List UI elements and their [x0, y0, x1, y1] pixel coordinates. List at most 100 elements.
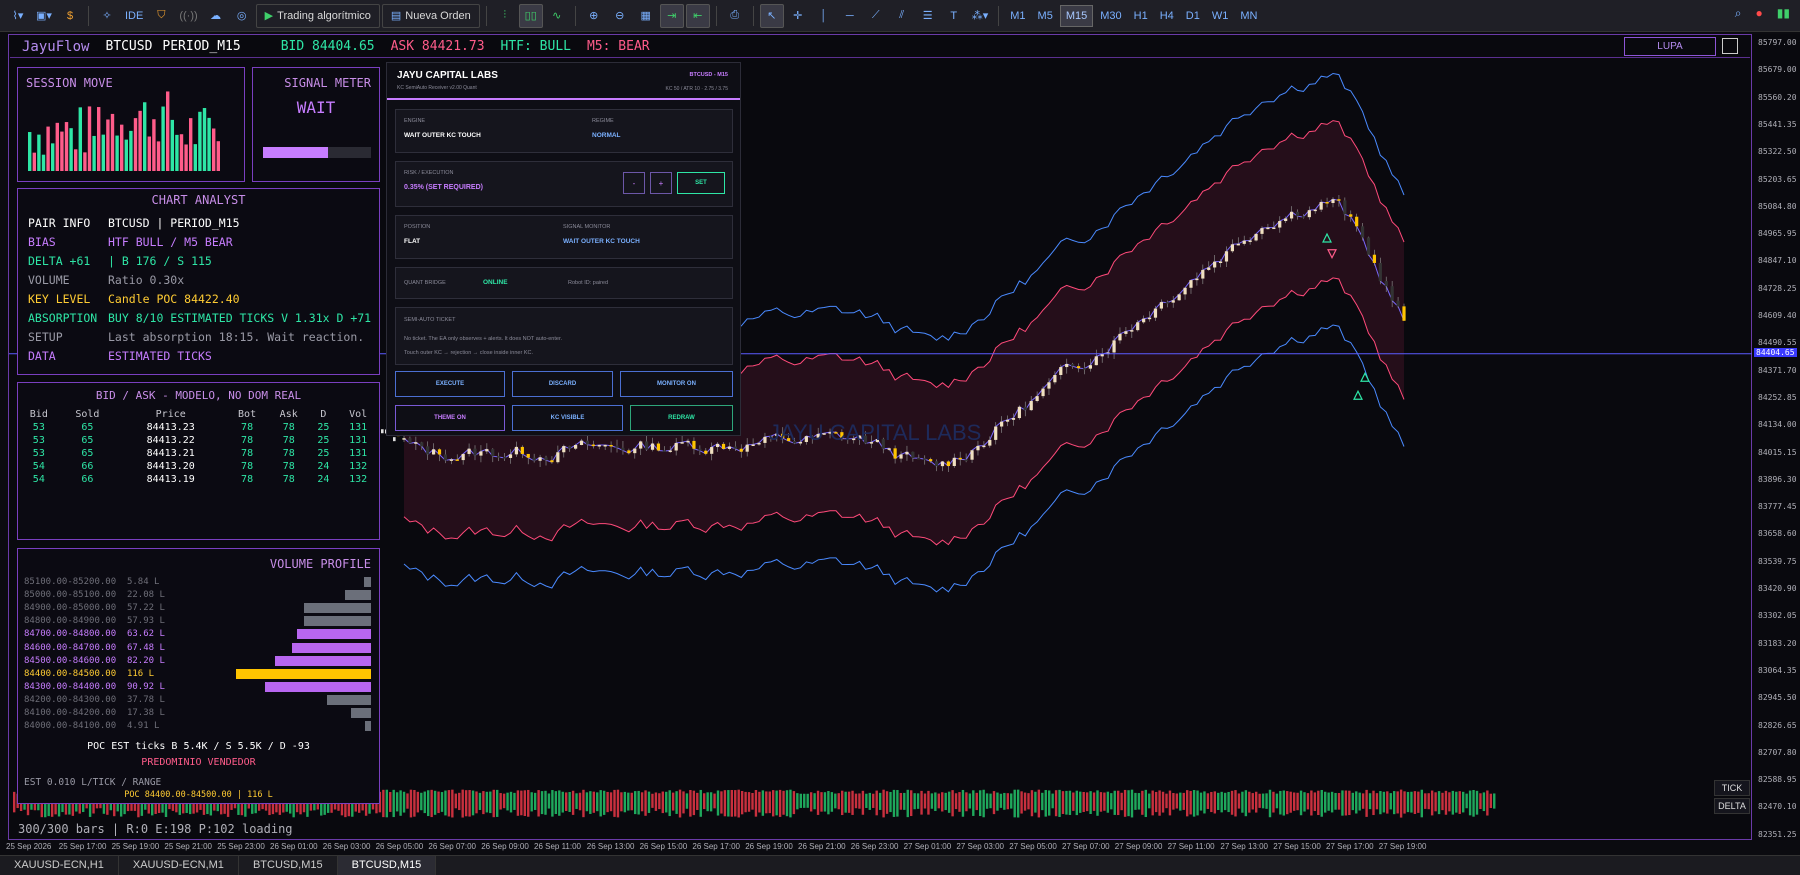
monitor-on-button[interactable]: MONITOR ON [620, 371, 733, 397]
fibonacci-icon[interactable]: ☰ [916, 4, 940, 28]
delta-button[interactable]: DELTA [1714, 798, 1750, 814]
volume-bar [768, 791, 771, 814]
zoom-out-icon[interactable]: ⊖ [608, 4, 632, 28]
kc-visible-button[interactable]: KC VISIBLE [512, 405, 623, 431]
new-order-button[interactable]: ▤ Nueva Orden [381, 3, 480, 28]
timeframe-h4[interactable]: H4 [1155, 5, 1179, 27]
timeframe-w1[interactable]: W1 [1207, 5, 1234, 27]
horizontal-line-icon[interactable]: ─ [838, 4, 862, 28]
session-bar [110, 113, 115, 171]
risk-card: RISK / EXECUTION 0.35% (SET REQUIRED) - … [395, 161, 733, 207]
volume-bar [1199, 792, 1203, 811]
lupa-button[interactable]: LUPA [1624, 37, 1716, 56]
volume-bar [627, 792, 630, 811]
timeframe-m15[interactable]: M15 [1059, 4, 1094, 27]
timeframe-d1[interactable]: D1 [1181, 5, 1205, 27]
zoom-in-icon[interactable]: ⊕ [582, 4, 606, 28]
chart-type-icon[interactable]: ⌇▾ [6, 4, 30, 28]
vertical-line-icon[interactable]: │ [812, 4, 836, 28]
candle-body [520, 446, 524, 454]
algo-trading-button[interactable]: ▶ Trading algorítmico [255, 3, 380, 28]
ide-button[interactable]: IDE [121, 4, 147, 28]
candle-body [449, 459, 453, 461]
risk-minus-button[interactable]: - [623, 172, 645, 194]
predominio-label: PREDOMINIO VENDEDOR [141, 757, 256, 768]
vp-range: 84600.00-84700.00 [24, 642, 117, 653]
lupa-checkbox[interactable] [1722, 38, 1738, 54]
tick-button[interactable]: TICK [1714, 780, 1750, 796]
chart-tab[interactable]: BTCUSD,M15 [239, 856, 338, 875]
timeframe-m5[interactable]: M5 [1033, 5, 1058, 27]
brand-title: JayuFlow [22, 38, 90, 55]
autoscroll-icon[interactable]: ⇥ [659, 3, 684, 28]
volume-bar [1337, 792, 1341, 810]
execute-button[interactable]: EXECUTE [395, 371, 505, 397]
volume-bar [1154, 791, 1158, 813]
volume-bar [709, 792, 713, 812]
channel-icon[interactable]: ⫽ [890, 4, 914, 28]
text-icon[interactable]: T [942, 4, 966, 28]
bar-chart-icon[interactable]: ⫶ [493, 4, 517, 28]
chart-tab[interactable]: BTCUSD,M15 [337, 856, 437, 875]
crosshair-icon[interactable]: ✛ [786, 4, 810, 28]
candles-icon[interactable]: ▯▯ [518, 3, 543, 28]
candle-body [1136, 322, 1140, 331]
price-tick: 83896.30 [1758, 474, 1797, 484]
cloud-icon[interactable]: ☁ [204, 4, 228, 28]
bid-ask-cell: 65 [81, 448, 94, 459]
cursor-icon[interactable]: ↖ [759, 3, 784, 28]
risk-set-button[interactable]: SET [677, 172, 725, 194]
bag-icon[interactable]: ⛉ [149, 4, 173, 28]
candle-body [1076, 366, 1081, 369]
chart-shift-icon[interactable]: ⇤ [685, 3, 710, 28]
discard-button[interactable]: DISCARD [512, 371, 613, 397]
volume-bar [1099, 792, 1103, 812]
dollar-icon[interactable]: $ [58, 4, 82, 28]
session-bar [74, 149, 78, 171]
candle-body [1177, 294, 1181, 301]
timeframe-mn[interactable]: MN [1235, 5, 1262, 27]
volume-bar [1189, 790, 1192, 815]
price-axis[interactable]: 85797.00 85679.00 85560.20 85441.35 85322.50… [1752, 34, 1800, 840]
signal-strength-icon[interactable]: ▮▮ [1777, 6, 1790, 21]
volume-bar [665, 791, 668, 813]
timeframe-h1[interactable]: H1 [1129, 5, 1153, 27]
time-axis[interactable]: 25 Sep 2026 25 Sep 17:00 25 Sep 19:00 25 Se… [0, 840, 1752, 854]
vp-volume: 116 L [116, 668, 155, 679]
bid-ask-cell: 78 [241, 435, 254, 446]
volume-bar [506, 792, 509, 811]
volume-bar [1493, 793, 1496, 809]
theme-on-button[interactable]: THEME ON [395, 405, 505, 431]
grid-icon[interactable]: ▦ [634, 4, 658, 28]
shapes-icon[interactable]: ⁂▾ [968, 4, 993, 28]
chart-analyst-title: CHART ANALYST [151, 193, 246, 207]
volume-bar [1462, 791, 1465, 813]
candle-body [1372, 254, 1377, 263]
wizard-icon[interactable]: ✧ [95, 4, 119, 28]
redraw-button[interactable]: REDRAW [630, 405, 733, 431]
analyst-row: PAIR INFO BTCUSD | PERIOD_M15 [28, 213, 379, 232]
line-chart-icon[interactable]: ∿ [545, 4, 569, 28]
timeframe-m30[interactable]: M30 [1095, 5, 1126, 27]
volume-bar [13, 791, 16, 813]
notification-icon[interactable]: ● [1756, 6, 1763, 21]
templates-icon[interactable]: ▣▾ [32, 4, 56, 28]
search-icon[interactable]: ⌕ [1735, 6, 1742, 21]
volume-bar [1144, 789, 1147, 818]
chart-tab[interactable]: XAUUSD-ECN,M1 [119, 856, 239, 875]
volume-bar [637, 790, 640, 815]
volume-bar [1117, 790, 1120, 816]
volume-bar [841, 790, 844, 816]
risk-plus-button[interactable]: + [650, 172, 672, 194]
volume-bar [1427, 793, 1430, 810]
trendline-icon[interactable]: ⟋ [864, 4, 888, 28]
volume-bar [582, 789, 585, 818]
screenshot-icon[interactable]: ⎙ [723, 4, 747, 28]
volume-bar [1237, 793, 1241, 809]
position-label: POSITION [404, 224, 431, 230]
signal-icon[interactable]: ((·)) [175, 4, 201, 28]
candle-body [1260, 228, 1264, 234]
chart-tab[interactable]: XAUUSD-ECN,H1 [0, 856, 119, 875]
vps-icon[interactable]: ◎ [230, 4, 254, 28]
timeframe-m1[interactable]: M1 [1005, 5, 1030, 27]
